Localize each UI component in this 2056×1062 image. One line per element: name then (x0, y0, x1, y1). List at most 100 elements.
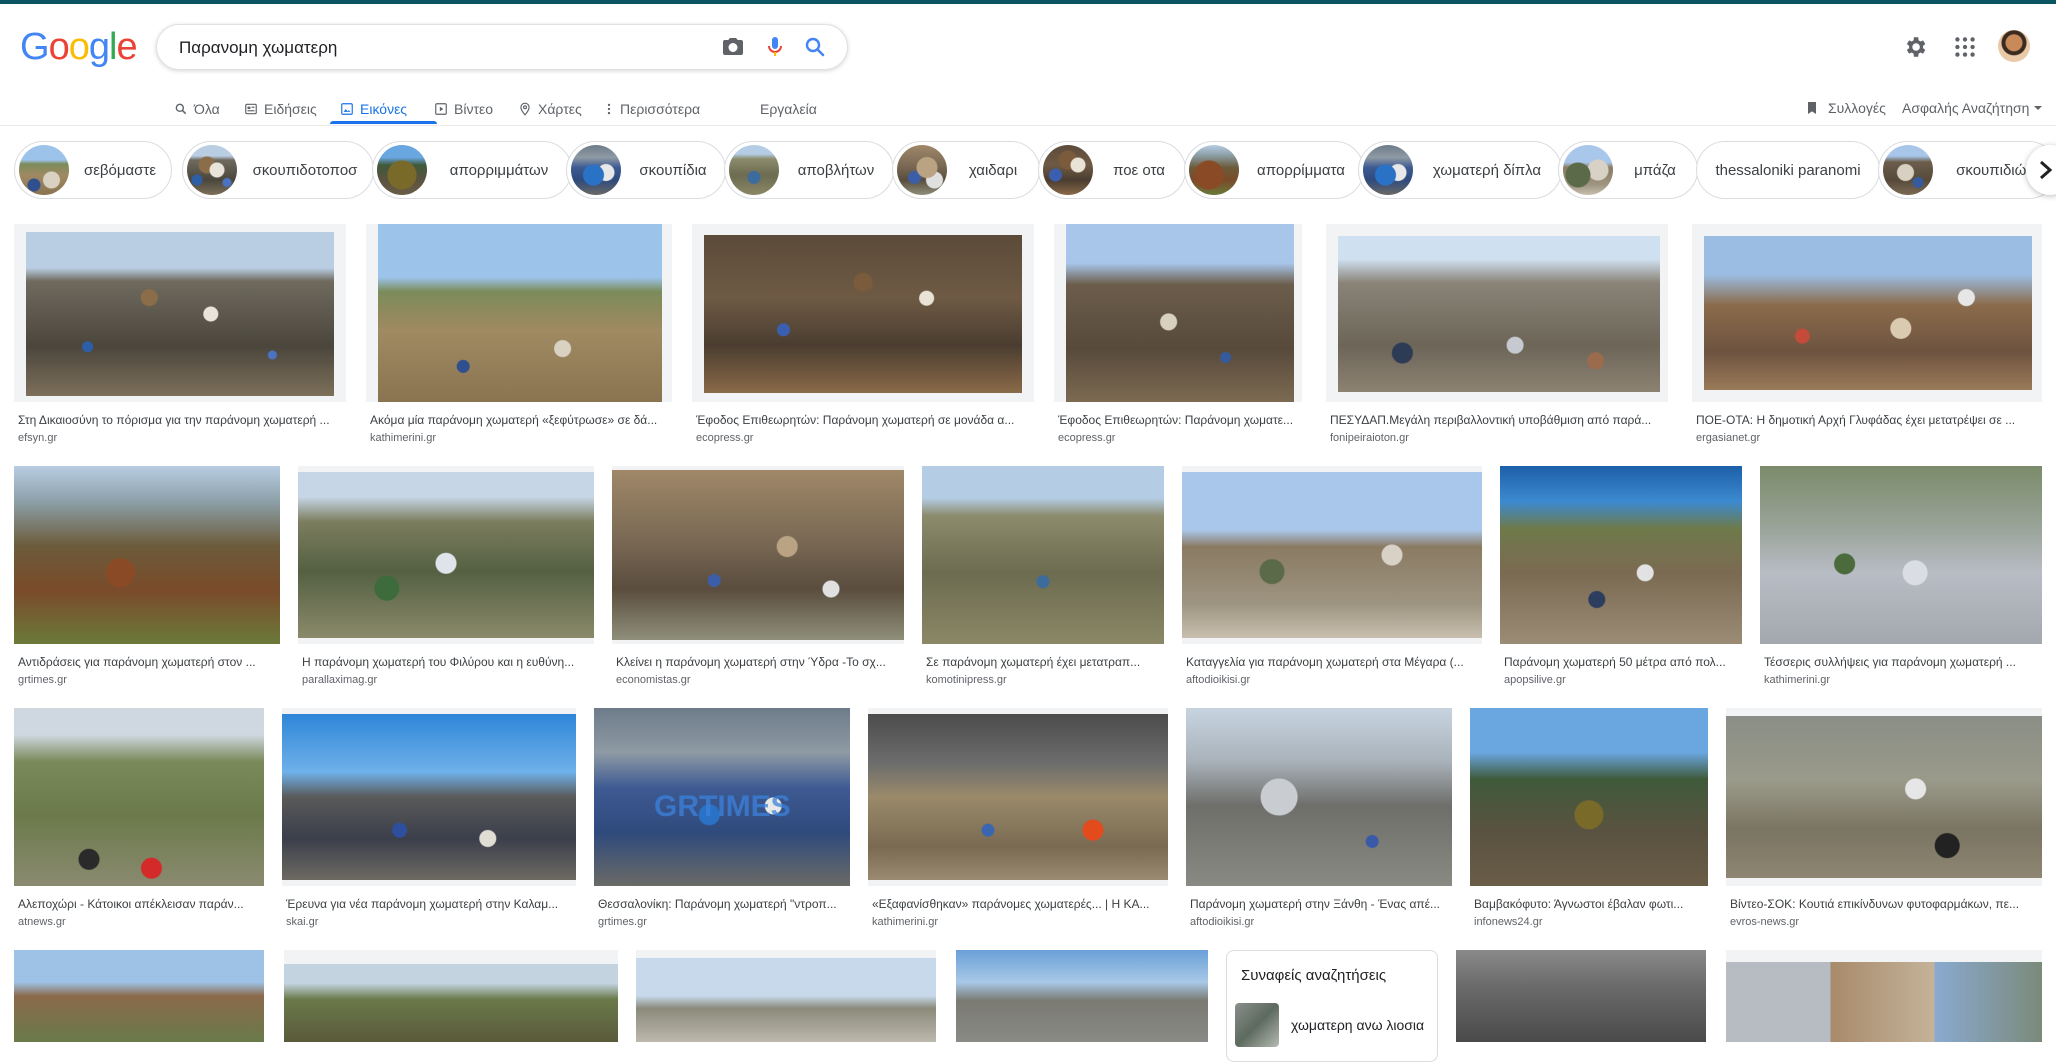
newspaper-icon (245, 103, 257, 115)
image-result[interactable]: Σε παράνομη χωματερή έχει μετατραπ... ko… (922, 466, 1164, 690)
play-icon (435, 103, 447, 115)
related-chips: σεβόμαστε σκουπιδοτοποσ απορριμμάτων σκο… (14, 141, 2056, 201)
result-thumbnail (1704, 236, 2032, 390)
image-result[interactable]: Αντιδράσεις για παράνομη χωματερή στον .… (14, 466, 280, 690)
chip[interactable]: χαιδαρι (892, 141, 1040, 199)
image-result[interactable]: Παράνομη χωματερή 50 μέτρα από πολ... ap… (1500, 466, 1742, 690)
result-thumbnail (704, 235, 1022, 393)
chip-thumbnail (1189, 145, 1239, 195)
tab-video[interactable]: Βίντεο (434, 92, 493, 126)
result-thumbnail (1726, 962, 2042, 1042)
image-result[interactable]: Βαμβακόφυτο: Άγνωστοι έβαλαν φωτι... inf… (1470, 708, 1708, 932)
image-result[interactable]: Έρευνα για νέα παράνομη χωματερή στην Κα… (282, 708, 576, 932)
result-thumbnail (1066, 224, 1294, 402)
image-result[interactable]: Βίντεο-ΣΟΚ: Κουτιά επικίνδυνων φυτοφαρμά… (1726, 708, 2042, 932)
image-result[interactable] (1456, 950, 1706, 1042)
result-thumbnail (1760, 466, 2042, 644)
chip-thumbnail (19, 145, 69, 195)
tab-maps[interactable]: Χάρτες (518, 92, 582, 126)
avatar[interactable] (1998, 30, 2030, 62)
search-input[interactable] (177, 35, 681, 61)
chip-thumbnail (1883, 145, 1933, 195)
result-thumbnail (1456, 950, 1706, 1042)
image-result[interactable]: Η παράνομη χωματερή του Φιλύρου και η ευ… (298, 466, 594, 690)
chevron-right-icon (2040, 160, 2053, 180)
chevron-down-icon (2034, 106, 2043, 110)
camera-icon[interactable] (721, 35, 745, 59)
result-thumbnail (1182, 472, 1482, 638)
image-result[interactable] (14, 950, 264, 1042)
image-result[interactable]: Ακόμα μία παράνομη χωματερή «ξεφύτρωσε» … (366, 224, 672, 448)
microphone-icon[interactable] (763, 35, 787, 59)
chip-thumbnail (1363, 145, 1413, 195)
result-thumbnail (298, 472, 594, 638)
related-search-item[interactable]: χωματερη ανω λιοσια (1235, 1003, 1424, 1047)
chip[interactable]: σεβόμαστε (14, 141, 172, 199)
chip[interactable]: απορριμμάτων (372, 141, 572, 199)
result-thumbnail (14, 466, 280, 644)
image-result[interactable] (636, 950, 936, 1042)
related-search-thumbnail (1235, 1003, 1279, 1047)
image-result[interactable]: Κλείνει η παράνομη χωματερή στην Ύδρα -Τ… (612, 466, 904, 690)
image-result[interactable]: Τέσσερις συλλήψεις για παράνομη χωματερή… (1760, 466, 2042, 690)
image-result[interactable]: ΠΟΕ-ΟΤΑ: Η δημοτική Αρχή Γλυφάδας έχει μ… (1692, 224, 2042, 448)
tab-tools[interactable]: Εργαλεία (760, 92, 817, 126)
result-thumbnail (284, 964, 618, 1042)
search-icon[interactable] (803, 35, 827, 59)
result-thumbnail (1726, 716, 2042, 878)
search-box[interactable] (156, 24, 848, 70)
active-tab-indicator (330, 121, 437, 124)
image-result[interactable]: Αλεποχώρι - Κάτοικοι απέκλεισαν παράν...… (14, 708, 264, 932)
chip[interactable]: απορρίμματα (1184, 141, 1364, 199)
result-thumbnail (1186, 708, 1452, 886)
safe-search-link[interactable]: Ασφαλής Αναζήτηση (1902, 94, 2043, 122)
image-result[interactable]: Έφοδος Επιθεωρητών: Παράνομη χωματε... e… (1054, 224, 1302, 448)
image-result[interactable]: ΠΕΣΥΔΑΠ.Μεγάλη περιβαλλοντική υποβάθμιση… (1326, 224, 1668, 448)
chip-thumbnail (729, 145, 779, 195)
chip[interactable]: μπάζα (1558, 141, 1698, 199)
image-result[interactable]: «Εξαφανίσθηκαν» παράνομες χωματερές... |… (868, 708, 1168, 932)
result-thumbnail (26, 232, 334, 396)
result-thumbnail (868, 714, 1168, 880)
search-icon (175, 103, 187, 115)
top-accent-bar (0, 0, 2056, 4)
chip[interactable]: ποε οτα (1038, 141, 1186, 199)
chip-thumbnail (571, 145, 621, 195)
chip[interactable]: χωματερή δίπλα (1358, 141, 1562, 199)
chip-thumbnail (377, 145, 427, 195)
result-thumbnail (612, 470, 904, 640)
gear-icon[interactable] (1902, 34, 1928, 60)
image-result[interactable] (1726, 950, 2042, 1042)
tab-more[interactable]: Περισσότερα (604, 92, 700, 126)
result-thumbnail (956, 950, 1208, 1042)
chip-thumbnail (1563, 145, 1613, 195)
bookmark-icon (1808, 102, 1816, 114)
google-logo[interactable]: Google (20, 26, 138, 69)
more-vert-icon (607, 103, 611, 115)
image-result[interactable]: Παράνομη χωματερή στην Ξάνθη - Ένας απέ.… (1186, 708, 1452, 932)
result-thumbnail (378, 224, 662, 402)
image-result[interactable]: Στη Δικαιοσύνη το πόρισμα για την παράνο… (14, 224, 346, 448)
result-thumbnail (922, 466, 1164, 644)
result-thumbnail (14, 708, 264, 886)
tab-news[interactable]: Ειδήσεις (244, 92, 317, 126)
related-searches-panel: Συναφείς αναζητήσεις χωματερη ανω λιοσια (1226, 950, 1438, 1062)
chip-thumbnail (1043, 145, 1093, 195)
chip[interactable]: σκουπίδια (566, 141, 726, 199)
image-result[interactable]: Έφοδος Επιθεωρητών: Παράνομη χωματερή σε… (692, 224, 1034, 448)
watermark: GRTIMES (654, 790, 791, 823)
result-thumbnail (1338, 236, 1660, 392)
map-pin-icon (520, 102, 530, 116)
apps-grid-icon[interactable] (1952, 34, 1978, 60)
chip-thumbnail (187, 145, 237, 195)
chip[interactable]: αποβλήτων (724, 141, 894, 199)
collections-link[interactable]: Συλλογές (1804, 94, 1886, 122)
tab-all[interactable]: Όλα (174, 92, 220, 126)
image-result[interactable]: GRTIMES Θεσσαλονίκη: Παράνομη χωματερή "… (594, 708, 850, 932)
chip[interactable]: σκουπιδοτοποσ (182, 141, 374, 199)
chip[interactable]: thessaloniki paranomi (1696, 141, 1880, 199)
image-result[interactable] (284, 950, 618, 1042)
image-result[interactable]: Καταγγελία για παράνομη χωματερή στα Μέγ… (1182, 466, 1482, 690)
image-result[interactable] (956, 950, 1208, 1042)
result-thumbnail (282, 714, 576, 880)
